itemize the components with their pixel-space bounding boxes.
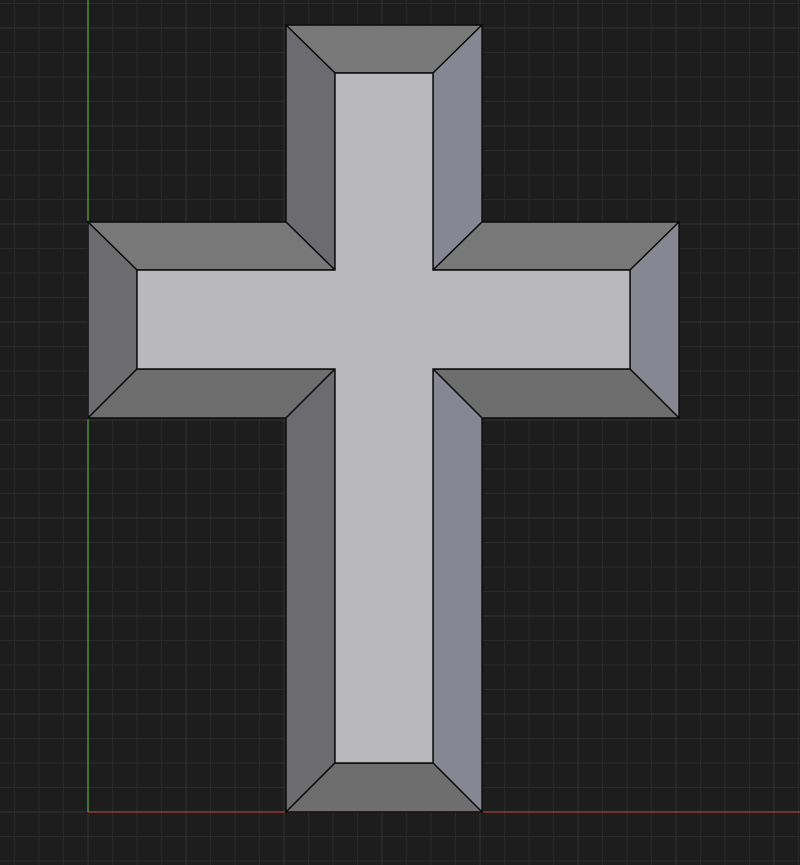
viewport-canvas[interactable]	[0, 0, 800, 865]
cross-icon[interactable]	[86, 23, 681, 814]
3d-viewport[interactable]	[0, 0, 800, 865]
bevel-bottom-arm-right	[432, 367, 483, 814]
bevel-bottom-arm-left	[285, 367, 336, 814]
